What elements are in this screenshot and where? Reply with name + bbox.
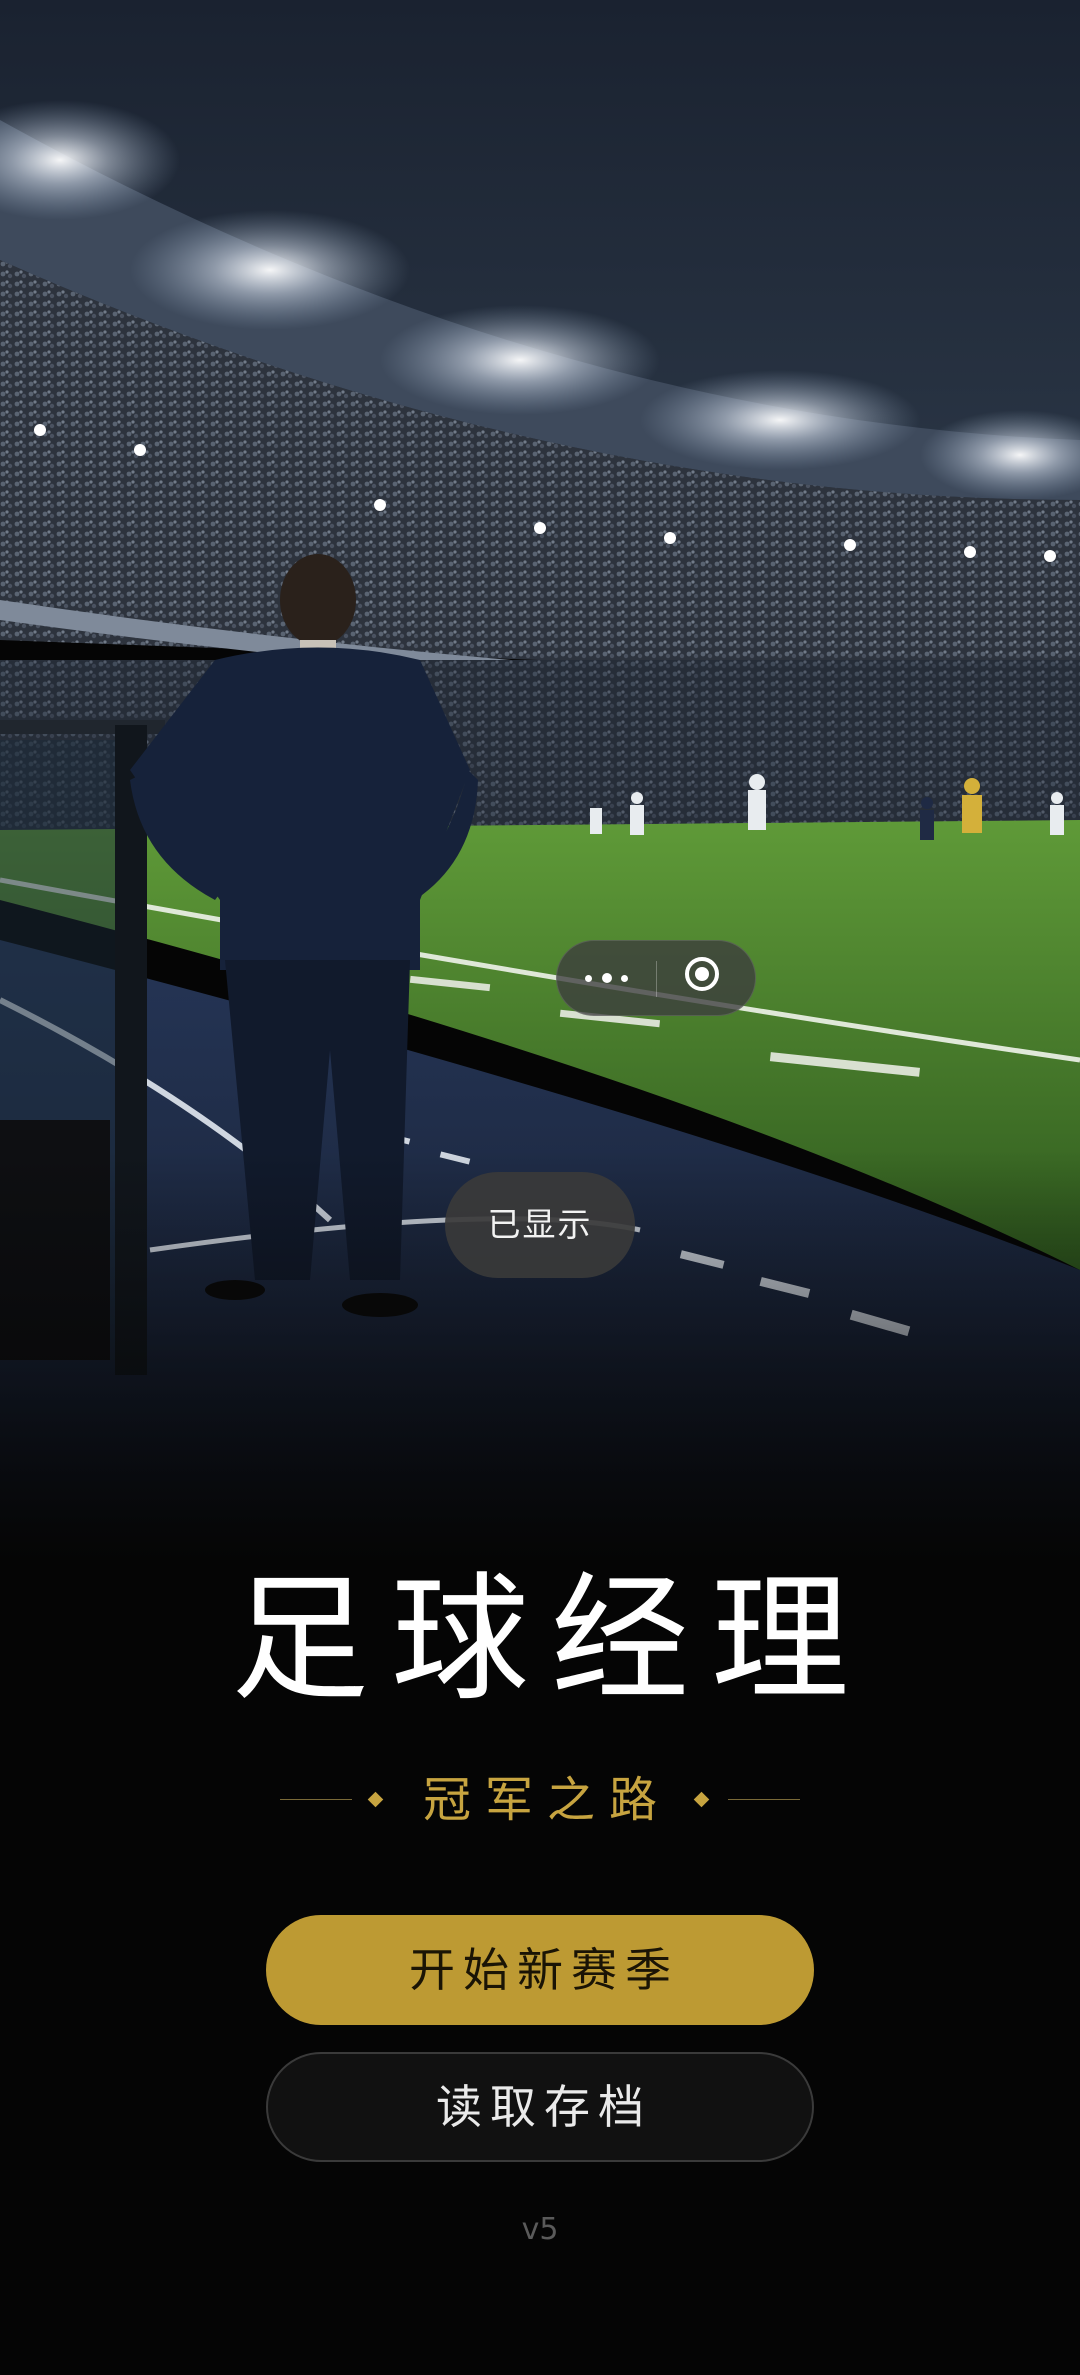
start-new-season-button[interactable]: 开始新赛季 <box>266 1915 814 2025</box>
load-save-button[interactable]: 读取存档 <box>266 2052 814 2162</box>
more-dots-icon-right <box>621 975 628 982</box>
diamond-right-icon <box>693 1791 710 1808</box>
more-options-button[interactable] <box>557 941 656 1015</box>
toast-message: 已显示 <box>445 1172 635 1278</box>
diamond-left-icon <box>367 1791 384 1808</box>
subtitle-row: 冠军之路 <box>0 1770 1080 1830</box>
subtitle-right-line <box>728 1799 800 1800</box>
mini-program-capsule <box>556 940 756 1016</box>
game-title: 足球经理 <box>230 1559 871 1720</box>
subtitle-left-line <box>280 1799 352 1800</box>
close-target-icon-dot <box>695 967 709 981</box>
version-label: v5 <box>521 2212 559 2247</box>
hero-stadium-image <box>0 0 1080 1560</box>
game-subtitle: 冠军之路 <box>422 1772 671 1828</box>
more-dots-icon-center <box>602 973 612 983</box>
more-dots-icon <box>585 975 592 982</box>
close-mini-program-button[interactable] <box>657 941 756 1015</box>
